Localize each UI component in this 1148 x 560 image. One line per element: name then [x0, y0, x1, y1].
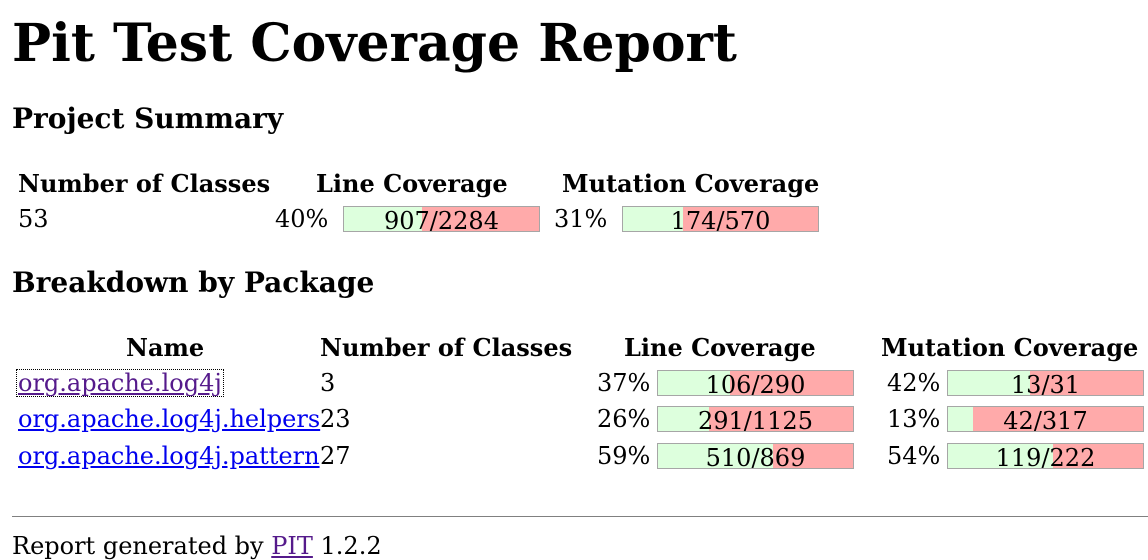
package-mutation-percent: 42% — [887, 369, 941, 397]
breakdown-header-name: Name — [126, 333, 205, 362]
project-summary-heading: Project Summary — [12, 102, 284, 135]
summary-mutation-percent: 31% — [554, 205, 608, 233]
breakdown-header-classes: Number of Classes — [320, 333, 573, 362]
package-mutation-coverage-bar: 42/317 — [947, 406, 1144, 432]
breakdown-header-line-coverage: Line Coverage — [624, 333, 816, 362]
package-line-percent: 59% — [597, 442, 651, 470]
package-line-coverage-bar: 291/1125 — [657, 406, 854, 432]
footer: Report generated by PIT 1.2.2 — [12, 534, 382, 558]
summary-line-coverage-label: 907/2284 — [384, 207, 499, 232]
package-mutation-coverage-label: 119/222 — [995, 444, 1096, 469]
footer-version: 1.2.2 — [320, 532, 382, 560]
summary-classes-value: 53 — [18, 205, 49, 233]
footer-divider — [12, 516, 1148, 517]
breakdown-heading: Breakdown by Package — [12, 266, 375, 299]
package-classes: 23 — [320, 405, 351, 433]
summary-line-percent: 40% — [275, 205, 329, 233]
package-line-coverage-label: 510/869 — [705, 444, 806, 469]
package-line-percent: 37% — [597, 369, 651, 397]
pit-link[interactable]: PIT — [271, 532, 313, 560]
package-link[interactable]: org.apache.log4j.pattern — [18, 444, 320, 468]
package-line-coverage-label: 291/1125 — [698, 407, 813, 432]
summary-header-classes: Number of Classes — [18, 169, 271, 198]
package-mutation-percent: 54% — [887, 442, 941, 470]
summary-line-coverage-bar: 907/2284 — [343, 206, 540, 232]
summary-header-line-coverage: Line Coverage — [316, 169, 508, 198]
package-classes: 3 — [320, 369, 336, 397]
package-mutation-coverage-bar: 119/222 — [947, 443, 1144, 469]
package-line-percent: 26% — [597, 405, 651, 433]
package-mutation-coverage-label: 13/31 — [1010, 371, 1081, 396]
package-mutation-coverage-bar: 13/31 — [947, 370, 1144, 396]
package-line-coverage-bar: 510/869 — [657, 443, 854, 469]
package-link[interactable]: org.apache.log4j.helpers — [18, 407, 320, 431]
footer-prefix: Report generated by — [12, 532, 264, 560]
package-mutation-percent: 13% — [887, 405, 941, 433]
package-link[interactable]: org.apache.log4j — [16, 369, 224, 397]
package-line-coverage-label: 106/290 — [705, 371, 806, 396]
package-classes: 27 — [320, 442, 351, 470]
summary-header-mutation-coverage: Mutation Coverage — [562, 169, 820, 198]
package-line-coverage-bar: 106/290 — [657, 370, 854, 396]
breakdown-header-mutation-coverage: Mutation Coverage — [881, 333, 1139, 362]
summary-mutation-coverage-label: 174/570 — [670, 207, 771, 232]
summary-mutation-coverage-bar: 174/570 — [622, 206, 819, 232]
page-title: Pit Test Coverage Report — [12, 13, 737, 74]
package-mutation-coverage-label: 42/317 — [1003, 407, 1088, 432]
